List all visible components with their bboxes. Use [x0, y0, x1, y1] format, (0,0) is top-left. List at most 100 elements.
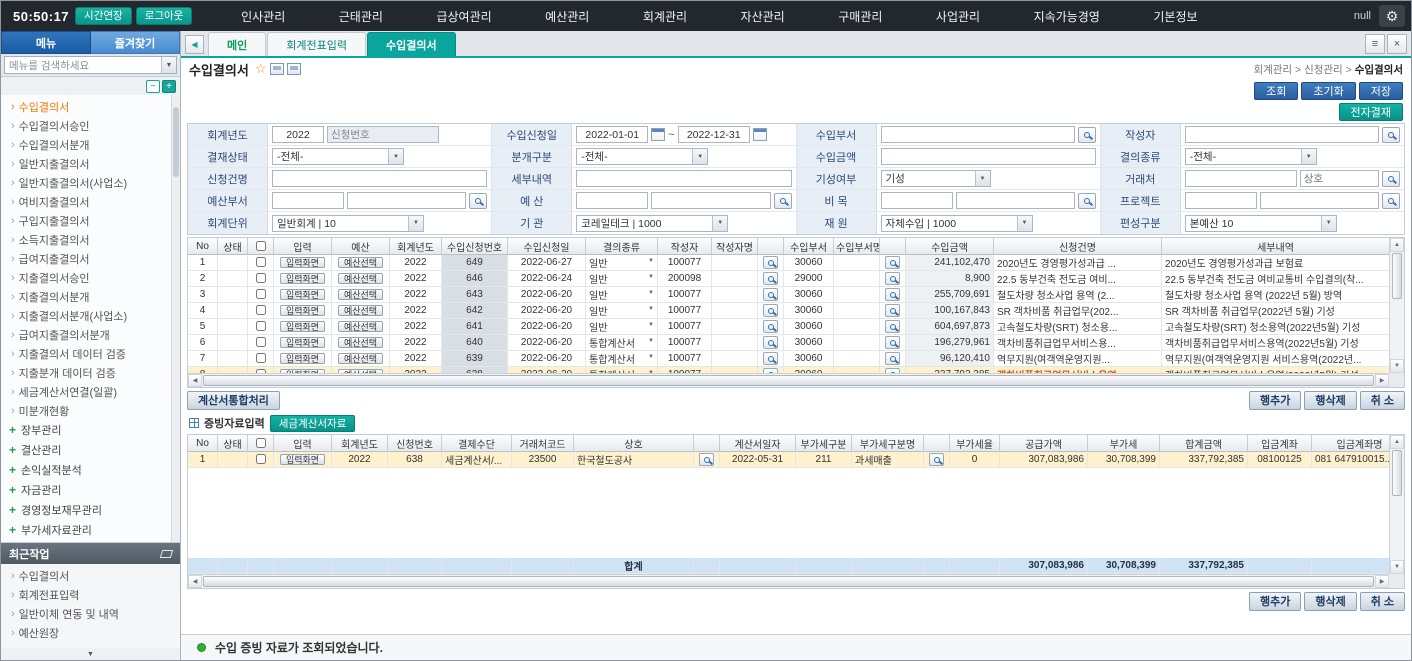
menu-search-input[interactable]: 메뉴를 검색하세요 ▼ — [4, 56, 177, 74]
search-icon[interactable] — [885, 256, 900, 269]
nav-item[interactable]: 급상여관리 — [430, 4, 497, 29]
add-row-button[interactable]: 행추가 — [1249, 592, 1301, 611]
horizontal-scrollbar[interactable]: ◀▶ — [188, 574, 1389, 588]
cell-button[interactable]: 예산선택 — [338, 321, 383, 332]
delete-row-button[interactable]: 행삭제 — [1304, 592, 1356, 611]
vendor-name-input[interactable] — [1300, 170, 1379, 187]
cell-button[interactable]: 예산선택 — [338, 337, 383, 348]
nav-item[interactable]: 자산관리 — [735, 4, 791, 29]
table-row[interactable]: 3입력화면예산선택20226432022-06-20일반▼10007730060… — [188, 287, 1389, 303]
gear-icon[interactable]: ⚙ — [1379, 5, 1405, 27]
table-row[interactable]: 4입력화면예산선택20226422022-06-20일반▼10007730060… — [188, 303, 1389, 319]
cell-button[interactable]: 입력화면 — [280, 273, 325, 284]
sidebar-menu-item[interactable]: ›급여지출결의서분개 — [1, 325, 180, 344]
sidebar-menu-item[interactable]: ›지출결의서 데이터 검증 — [1, 344, 180, 363]
table-row[interactable]: 1입력화면2022638세금계산서/...23500한국철도공사2022-05-… — [188, 452, 1389, 468]
expand-all-button[interactable]: + — [162, 80, 176, 93]
select-all-checkbox[interactable] — [256, 438, 266, 448]
search-icon[interactable] — [763, 288, 778, 301]
search-icon[interactable] — [1382, 193, 1400, 209]
cell-button[interactable]: 입력화면 — [280, 289, 325, 300]
close-icon[interactable]: × — [1387, 34, 1407, 54]
cell-button[interactable]: 입력화면 — [280, 454, 325, 465]
sidebar-menu-item[interactable]: ›지출결의서승인 — [1, 268, 180, 287]
add-row-button[interactable]: 행추가 — [1249, 391, 1301, 410]
sidebar-menu-item[interactable]: ›세금계산서연결(일괄) — [1, 382, 180, 401]
search-icon[interactable] — [699, 453, 714, 466]
search-icon[interactable] — [763, 320, 778, 333]
vendor-code-input[interactable] — [1185, 170, 1297, 187]
budget-name-input[interactable] — [651, 192, 770, 209]
row-checkbox[interactable] — [256, 454, 266, 464]
request-number-input[interactable]: 신청번호 — [327, 126, 439, 143]
journal-type-select[interactable]: -전체-▼ — [576, 148, 708, 165]
row-checkbox[interactable] — [256, 289, 266, 299]
cell-button[interactable]: 입력화면 — [280, 321, 325, 332]
sidebar-scrollbar[interactable] — [171, 95, 180, 542]
sidebar-menu-item[interactable]: ›일반지출결의서(사업소) — [1, 173, 180, 192]
date-to-input[interactable] — [678, 126, 750, 143]
search-icon[interactable] — [763, 352, 778, 365]
sidebar-tab-favorites[interactable]: 즐겨찾기 — [91, 31, 180, 54]
sidebar-menu-item[interactable]: ›여비지출결의서 — [1, 192, 180, 211]
select-all-checkbox[interactable] — [256, 241, 266, 251]
cell-button[interactable]: 예산선택 — [338, 257, 383, 268]
clear-recent-icon[interactable] — [160, 550, 174, 558]
search-icon[interactable] — [774, 193, 792, 209]
search-icon[interactable] — [1078, 127, 1096, 143]
nav-item[interactable]: 예산관리 — [539, 4, 595, 29]
expense-item-code-input[interactable] — [881, 192, 953, 209]
row-checkbox[interactable] — [256, 257, 266, 267]
cell-select[interactable]: 일반▼ — [586, 303, 658, 319]
delete-row-button[interactable]: 행삭제 — [1304, 391, 1356, 410]
calendar-icon[interactable] — [753, 128, 767, 141]
row-checkbox[interactable] — [256, 305, 266, 315]
budget-code-input[interactable] — [576, 192, 648, 209]
nav-item[interactable]: 지속가능경영 — [1028, 4, 1106, 29]
table-row[interactable]: 6입력화면예산선택20226402022-06-20통합계산서▼10007730… — [188, 335, 1389, 351]
sidebar-menu-item[interactable]: ›미분개현황 — [1, 401, 180, 420]
approval-status-select[interactable]: -전체-▼ — [272, 148, 404, 165]
cell-button[interactable]: 입력화면 — [280, 257, 325, 268]
search-icon[interactable] — [1382, 127, 1400, 143]
completion-select[interactable]: 기성▼ — [881, 170, 991, 187]
accounting-unit-select[interactable]: 일반회계 | 10▼ — [272, 215, 424, 232]
table-row[interactable]: 5입력화면예산선택20226412022-06-20일반▼10007730060… — [188, 319, 1389, 335]
sidebar-menu-item[interactable]: ›수입결의서 — [1, 97, 180, 116]
cell-button[interactable]: 입력화면 — [280, 337, 325, 348]
detail-input[interactable] — [576, 170, 791, 187]
table-row[interactable]: 7입력화면예산선택20226392022-06-20통합계산서▼10007730… — [188, 351, 1389, 367]
nav-item[interactable]: 기본정보 — [1147, 4, 1203, 29]
logout-button[interactable]: 로그아웃 — [136, 7, 193, 25]
cell-select[interactable]: 통합계산서▼ — [586, 351, 658, 367]
sidebar-menu-item[interactable]: ›구입지출결의서 — [1, 211, 180, 230]
project-code-input[interactable] — [1185, 192, 1257, 209]
income-amount-input[interactable] — [881, 148, 1096, 165]
expense-item-name-input[interactable] — [956, 192, 1075, 209]
reset-button[interactable]: 초기화 — [1301, 82, 1355, 100]
sidebar-menu-item[interactable]: ›수입결의서분개 — [1, 135, 180, 154]
cancel-button[interactable]: 취 소 — [1360, 391, 1405, 410]
table-row[interactable]: 1입력화면예산선택20226492022-06-27일반▼10007730060… — [188, 255, 1389, 271]
vertical-scrollbar[interactable]: ▲▼ — [1389, 435, 1404, 574]
search-icon[interactable] — [763, 304, 778, 317]
cell-select[interactable]: 통합계산서▼ — [586, 335, 658, 351]
horizontal-scrollbar[interactable]: ◀▶ — [188, 373, 1389, 387]
plan-type-select[interactable]: 본예산 10▼ — [1185, 215, 1337, 232]
cancel-button[interactable]: 취 소 — [1360, 592, 1405, 611]
recent-work-item[interactable]: ›일반이체 연동 및 내역 — [1, 604, 180, 623]
chevron-down-icon[interactable]: ▼ — [161, 57, 176, 73]
budget-dept-name-input[interactable] — [347, 192, 466, 209]
tab-main[interactable]: 메인 — [208, 32, 266, 56]
search-icon[interactable] — [763, 256, 778, 269]
sidebar-tab-menu[interactable]: 메뉴 — [1, 31, 91, 54]
save-button[interactable]: 저장 — [1359, 82, 1403, 100]
search-icon[interactable] — [885, 336, 900, 349]
help-layout-icon[interactable] — [287, 63, 301, 75]
tab-list-icon[interactable]: ≡ — [1365, 34, 1385, 54]
sidebar-group-item[interactable]: +자금관리 — [1, 480, 180, 500]
cell-button[interactable]: 예산선택 — [338, 353, 383, 364]
nav-item[interactable]: 인사관리 — [235, 4, 291, 29]
sidebar-group-item[interactable]: +장부관리 — [1, 420, 180, 440]
search-icon[interactable] — [885, 304, 900, 317]
